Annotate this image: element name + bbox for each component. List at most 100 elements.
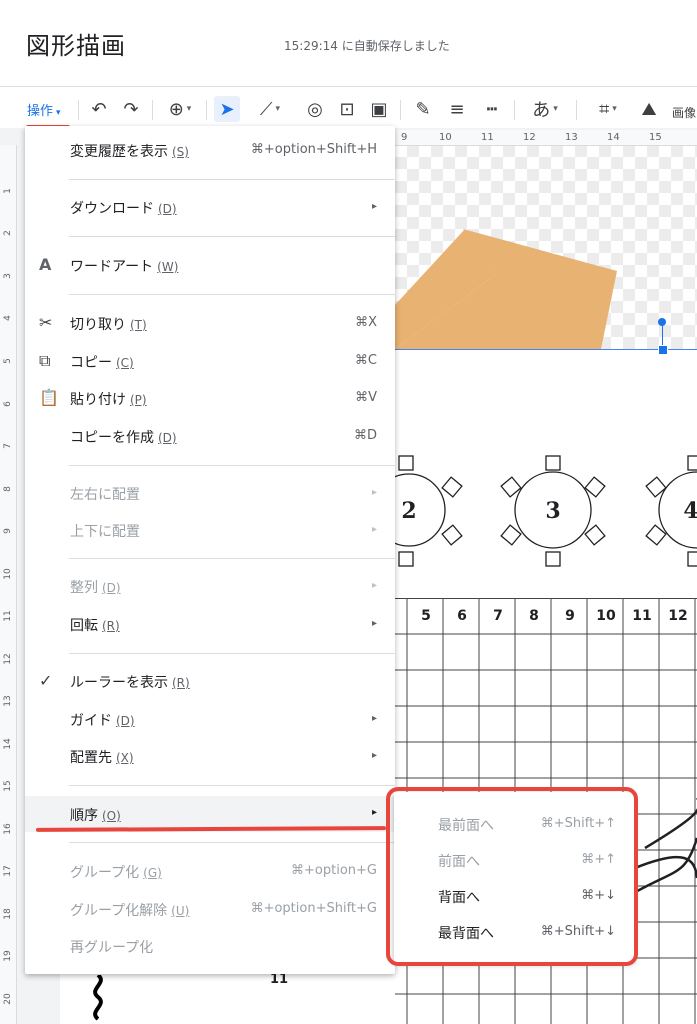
- menu-item-label: 順序 (O): [70, 805, 121, 825]
- ruler-mark: 8: [3, 486, 13, 492]
- submenu-arrow-icon: ▸: [371, 201, 377, 212]
- label-text: 配置先: [70, 750, 112, 766]
- label-text: 貼り付け: [70, 392, 126, 408]
- label-text: ワードアート: [70, 259, 154, 275]
- menu-divider: [69, 179, 395, 180]
- menu-item-copy[interactable]: ⧉ コピー (C) ⌘C: [25, 344, 395, 378]
- undo-icon[interactable]: ↶: [86, 96, 112, 122]
- label-text: 整列: [70, 580, 98, 596]
- resize-handle[interactable]: [658, 345, 668, 355]
- scissors-icon: ✂: [39, 313, 53, 332]
- ruler-mark: 4: [3, 315, 13, 321]
- zoom-icon[interactable]: ⊕ ▾: [160, 96, 200, 122]
- shortcut-text: ⌘+option+G: [291, 863, 377, 878]
- ruler-mark: 15: [3, 780, 13, 792]
- copy-icon: ⧉: [39, 351, 51, 370]
- rotation-handle-stem: [662, 326, 663, 346]
- menu-item-align-horizontal[interactable]: 左右に配置 ▸: [25, 476, 395, 510]
- chevron-down-icon: ▾: [56, 108, 61, 118]
- orange-arrow-shape[interactable]: [395, 145, 697, 351]
- ruler-mark: 9: [3, 528, 13, 534]
- ruler-mark: 17: [3, 865, 13, 877]
- menu-divider: [69, 842, 395, 843]
- menu-item-label: グループ化解除 (U): [70, 900, 189, 920]
- horizontal-ruler[interactable]: 9 10 11 12 13 14 15: [395, 130, 697, 146]
- accelerator-key: (W): [157, 260, 179, 274]
- menu-item-show-ruler[interactable]: ✓ ルーラーを表示 (R): [25, 664, 395, 698]
- ruler-mark: 14: [3, 738, 13, 750]
- menu-item-guides[interactable]: ガイド (D) ▸: [25, 702, 395, 736]
- menu-item-wordart[interactable]: A ワードアート (W): [25, 248, 395, 282]
- menu-item-cut[interactable]: ✂ 切り取り (T) ⌘X: [25, 306, 395, 340]
- label-text: ダウンロード: [70, 201, 154, 217]
- grid-header: 5: [421, 608, 431, 624]
- submenu-arrow-icon: ▸: [371, 487, 377, 498]
- vertical-ruler[interactable]: 1 2 3 4 5 6 7 8 9 10 11 12 13 14 15 16 1…: [0, 145, 17, 1024]
- ruler-mark: 11: [481, 132, 494, 143]
- crop-icon[interactable]: ⌗ ▾: [586, 96, 630, 122]
- menu-item-align[interactable]: 整列 (D) ▸: [25, 569, 395, 603]
- accelerator-key: (R): [102, 619, 120, 633]
- selection-border: [395, 349, 697, 350]
- menu-item-group[interactable]: グループ化 (G) ⌘+option+G: [25, 854, 395, 888]
- accelerator-key: (X): [116, 751, 134, 765]
- menu-item-snap-to[interactable]: 配置先 (X) ▸: [25, 739, 395, 773]
- redo-icon[interactable]: ↷: [118, 96, 144, 122]
- label-text: 変更履歴を表示: [70, 144, 168, 160]
- wavy-line-shape: [93, 975, 103, 1021]
- menu-item-duplicate[interactable]: コピーを作成 (D) ⌘D: [25, 419, 395, 453]
- menu-item-label: ワードアート (W): [70, 256, 178, 276]
- menu-item-paste[interactable]: 📋 貼り付け (P) ⌘V: [25, 381, 395, 415]
- label-text: ルーラーを表示: [70, 675, 168, 691]
- actions-menu-button[interactable]: 操作 ▾: [27, 100, 61, 119]
- replace-image-icon[interactable]: ⛰: [636, 96, 662, 122]
- image-icon[interactable]: ▣: [366, 96, 392, 122]
- menu-item-label: コピー (C): [70, 352, 134, 372]
- menu-item-regroup[interactable]: 再グループ化: [25, 929, 395, 963]
- ruler-mark: 12: [3, 653, 13, 665]
- line-weight-icon[interactable]: ≡: [444, 96, 470, 122]
- grid-header: 6: [457, 608, 467, 624]
- document-title[interactable]: 図形描画: [26, 26, 126, 61]
- actions-menu: 変更履歴を表示 (S) ⌘+option+Shift+H ダウンロード (D) ▸ …: [25, 126, 395, 974]
- accelerator-key: (S): [172, 145, 189, 159]
- ruler-mark: 3: [3, 273, 13, 279]
- submenu-arrow-icon: ▸: [371, 618, 377, 629]
- image-options-button[interactable]: 画像: [672, 104, 696, 121]
- ruler-mark: 5: [3, 358, 13, 364]
- menu-item-ungroup[interactable]: グループ化解除 (U) ⌘+option+Shift+G: [25, 892, 395, 926]
- ruler-mark: 13: [565, 132, 578, 143]
- menu-divider: [69, 653, 395, 654]
- menu-item-download[interactable]: ダウンロード (D) ▸: [25, 190, 395, 224]
- table-number: 4: [683, 498, 697, 524]
- select-icon[interactable]: ➤: [214, 96, 240, 122]
- line-icon[interactable]: ⟋ ▾: [248, 96, 292, 122]
- label-text: グループ化: [70, 865, 140, 881]
- rotation-handle[interactable]: [658, 318, 666, 326]
- ruler-mark: 6: [3, 401, 13, 407]
- annotation-box: [386, 787, 638, 966]
- shortcut-text: ⌘V: [355, 390, 377, 405]
- ruler-mark: 12: [523, 132, 536, 143]
- menu-item-label: 切り取り (T): [70, 314, 147, 334]
- text-style-button[interactable]: あ ▾: [522, 96, 568, 122]
- menu-item-label: グループ化 (G): [70, 862, 162, 882]
- toolbar: 操作 ▾ ↶ ↷ ⊕ ▾ ➤ ⟋ ▾ ◎ ⊡ ▣ ✎ ≡ ┅ あ ▾ ⌗ ▾ ⛰ 画像: [0, 90, 697, 129]
- actions-menu-label: 操作: [27, 104, 54, 119]
- menu-item-align-vertical[interactable]: 上下に配置 ▸: [25, 513, 395, 547]
- menu-item-label: 左右に配置: [70, 487, 140, 503]
- shape-icon[interactable]: ◎: [302, 96, 328, 122]
- line-dash-icon[interactable]: ┅: [478, 96, 506, 122]
- menu-item-rotate[interactable]: 回転 (R) ▸: [25, 607, 395, 641]
- label-text: ガイド: [70, 713, 112, 729]
- submenu-arrow-icon: ▸: [371, 807, 377, 818]
- title-bar: 図形描画 15:29:14 に自動保存しました: [0, 0, 697, 87]
- label-text: 順序: [70, 808, 98, 824]
- ruler-mark: 15: [649, 132, 662, 143]
- round-tables: 2 3 4: [395, 455, 697, 567]
- menu-item-version-history[interactable]: 変更履歴を表示 (S) ⌘+option+Shift+H: [25, 133, 395, 167]
- pen-icon[interactable]: ✎: [410, 96, 436, 122]
- textbox-icon[interactable]: ⊡: [334, 96, 360, 122]
- shortcut-text: ⌘C: [354, 353, 377, 368]
- wordart-icon: A: [39, 255, 52, 274]
